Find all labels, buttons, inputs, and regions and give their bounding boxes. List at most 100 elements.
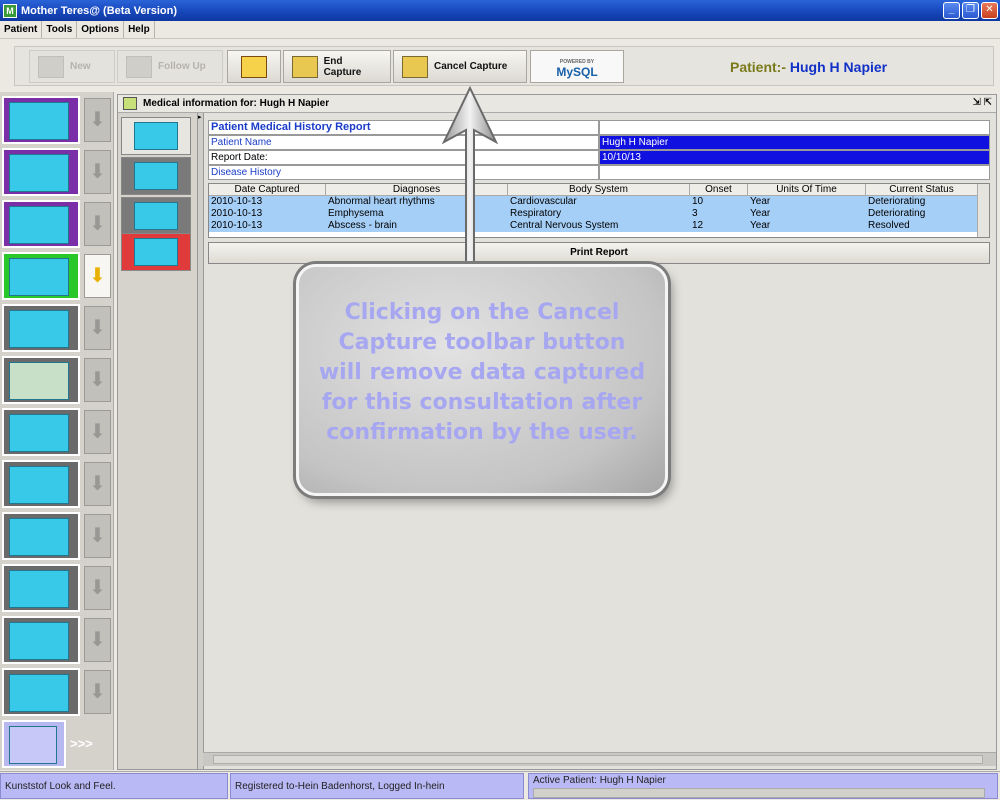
patient-name-label: Patient Name (208, 135, 599, 150)
minimize-icon[interactable]: _ (943, 2, 960, 19)
menu-help[interactable]: Help (124, 21, 155, 38)
table-header: Date Captured Diagnoses Body System Onse… (209, 184, 989, 196)
thumb-history[interactable] (121, 233, 191, 271)
end-capture-button[interactable]: End Capture (283, 50, 391, 83)
cell-units: Year (750, 220, 771, 231)
thumbnail-panel (118, 113, 198, 769)
cell-units: Year (750, 196, 771, 207)
nav-picture (2, 148, 80, 196)
nav-picture (2, 616, 80, 664)
title-bar: M Mother Teres@ (Beta Version) _ ❐ ✕ (0, 0, 1000, 21)
patient-name-value: Hugh H Napier (599, 135, 990, 150)
mysql-logo-text: MySQL (556, 64, 598, 79)
col-status[interactable]: Current Status (866, 184, 978, 195)
close-icon[interactable]: ✕ (981, 2, 998, 19)
nav-arrow-icon[interactable]: ⬇ (84, 514, 111, 558)
nav-picture (2, 564, 80, 612)
nav-arrow-icon[interactable]: ⬇ (84, 566, 111, 610)
nav-item-medication[interactable]: ⬇ (0, 458, 114, 510)
cancel-capture-button[interactable]: Cancel Capture (393, 50, 527, 83)
new-button[interactable]: New (29, 50, 115, 83)
nav-arrow-icon[interactable]: ⬇ (84, 202, 111, 246)
restore-icon[interactable]: ❐ (962, 2, 979, 19)
nav-item-family[interactable]: ⬇ (0, 302, 114, 354)
col-body-system[interactable]: Body System (508, 184, 690, 195)
nav-arrow-icon[interactable]: ⬇ (84, 618, 111, 662)
menu-bar: Patient Tools Options Help (0, 21, 1000, 39)
frame-resize-icon[interactable]: ⇲ ⇱ (972, 97, 992, 108)
status-registration: Registered to-Hein Badenhorst, Logged In… (230, 773, 524, 799)
nav-arrow-active-icon[interactable]: ⬇ (84, 254, 111, 298)
table-row[interactable]: 2010-10-13 Abscess - brain Central Nervo… (209, 220, 989, 232)
nav-item-consult[interactable]: ⬇ (0, 94, 114, 146)
disease-history-label: Disease History (208, 165, 599, 180)
callout-line: will remove data captured (318, 360, 646, 385)
menu-patient[interactable]: Patient (0, 21, 43, 38)
status-look: Kunststof Look and Feel. (0, 773, 228, 799)
nav-item-history[interactable]: ⬇ (0, 250, 114, 302)
nav-item-more[interactable]: >>> (0, 718, 114, 770)
nav-arrow-icon[interactable]: ⬇ (84, 98, 111, 142)
cell-body-system: Central Nervous System (510, 220, 619, 231)
follow-up-label: Follow Up (158, 61, 206, 72)
nav-arrow-icon[interactable]: ⬇ (84, 670, 111, 714)
nav-arrow-icon[interactable]: ⬇ (84, 462, 111, 506)
help-callout: Clicking on the Cancel Capture toolbar b… (296, 264, 668, 496)
col-units[interactable]: Units Of Time (748, 184, 866, 195)
cell-body-system: Respiratory (510, 208, 562, 219)
nav-item-social[interactable]: ⬇ (0, 354, 114, 406)
table-row[interactable]: 2010-10-13 Abnormal heart rhythms Cardio… (209, 196, 989, 208)
horizontal-scrollbar[interactable] (203, 752, 996, 766)
thumb-body[interactable] (121, 157, 191, 195)
scroll-thumb[interactable] (213, 755, 983, 764)
patient-header: Patient:- Hugh H Napier (730, 59, 887, 75)
nav-item-allergy[interactable]: ⬇ (0, 406, 114, 458)
nav-arrow-icon[interactable]: ⬇ (84, 410, 111, 454)
end-capture-label: End Capture (323, 55, 362, 78)
nav-item-transport[interactable]: ⬇ (0, 562, 114, 614)
thumb-consult[interactable] (121, 117, 191, 155)
nav-item-exam[interactable]: ⬇ (0, 510, 114, 562)
more-arrow-label[interactable]: >>> (70, 736, 93, 751)
follow-up-button[interactable]: Follow Up (117, 50, 223, 83)
report-panel: Patient Medical History Report Patient N… (208, 120, 990, 180)
nav-arrow-icon[interactable]: ⬇ (84, 306, 111, 350)
cell-status: Resolved (868, 220, 910, 231)
nav-arrow-icon[interactable]: ⬇ (84, 150, 111, 194)
frame-icon (123, 97, 137, 110)
nav-item-doctor[interactable]: ⬇ (0, 666, 114, 718)
cancel-capture-label: Cancel Capture (434, 61, 508, 72)
status-active-patient-panel: Active Patient: Hugh H Napier (528, 773, 998, 799)
thumb-treatment[interactable] (121, 197, 191, 235)
col-date[interactable]: Date Captured (209, 184, 326, 195)
cell-status: Deteriorating (868, 208, 926, 219)
nav-arrow-icon[interactable]: ⬇ (84, 358, 111, 402)
frame-title-bar: Medical information for: Hugh H Napier ⇲… (118, 95, 996, 113)
nav-picture (2, 668, 80, 716)
print-report-button[interactable]: Print Report (208, 242, 990, 264)
nav-item-treatment[interactable]: ⬇ (0, 198, 114, 250)
nav-picture (2, 96, 80, 144)
frame-title: Medical information for: Hugh H Napier (143, 98, 330, 109)
patient-header-prefix: Patient:- (730, 59, 786, 75)
end-capture-icon (292, 55, 318, 78)
book-info-icon (241, 55, 267, 78)
nav-picture (2, 460, 80, 508)
nav-item-child[interactable]: ⬇ (0, 614, 114, 666)
menu-tools[interactable]: Tools (42, 21, 78, 38)
menu-options[interactable]: Options (77, 21, 125, 38)
cell-date: 2010-10-13 (211, 196, 263, 207)
cell-date: 2010-10-13 (211, 208, 263, 219)
cell-status: Deteriorating (868, 196, 926, 207)
status-scrollbar[interactable] (533, 788, 985, 798)
table-scrollbar[interactable] (977, 184, 989, 237)
splitter-handle[interactable]: ▸ (198, 113, 204, 769)
new-label: New (70, 61, 91, 72)
nav-picture (2, 408, 80, 456)
info-button[interactable] (227, 50, 281, 83)
nav-picture (2, 252, 80, 300)
nav-item-body[interactable]: ⬇ (0, 146, 114, 198)
left-nav: ⬇ ⬇ ⬇ ⬇ ⬇ ⬇ ⬇ ⬇ ⬇ ⬇ ⬇ ⬇ >>> (0, 92, 114, 770)
col-onset[interactable]: Onset (690, 184, 748, 195)
table-row[interactable]: 2010-10-13 Emphysema Respiratory 3 Year … (209, 208, 989, 220)
